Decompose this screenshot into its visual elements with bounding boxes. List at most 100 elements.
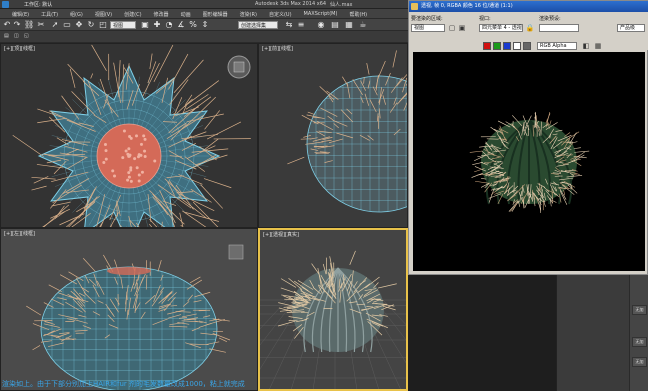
alpha-channel-toggle[interactable]	[513, 42, 521, 50]
render-production-icon[interactable]: ☕	[358, 20, 368, 30]
command-panel-button[interactable]: 无加	[632, 337, 647, 347]
viewport-perspective[interactable]: [+][透视][真实]	[258, 228, 408, 391]
render-window-titlebar[interactable]: 透视, 帧 0, RGBA 颜色 16 位/通道 (1:1)	[409, 1, 648, 12]
menu-item[interactable]: 组(G)	[64, 9, 89, 18]
spine	[307, 111, 315, 115]
green-channel-toggle[interactable]	[493, 42, 501, 50]
core-dot	[122, 129, 126, 133]
monochrome-toggle[interactable]	[523, 42, 531, 50]
select-object-icon[interactable]: ➚	[50, 20, 60, 30]
blue-channel-toggle[interactable]	[503, 42, 511, 50]
menu-item[interactable]: 编辑(E)	[6, 9, 35, 18]
renderer-select[interactable]: 产品级	[617, 24, 645, 32]
align-icon[interactable]: ≡	[296, 20, 306, 30]
menu-item[interactable]: 创建(C)	[118, 9, 147, 18]
spine	[203, 178, 232, 189]
rendered-cactus-image	[469, 111, 590, 213]
pivot-icon[interactable]: ▣	[140, 20, 150, 30]
viewcube-icon[interactable]	[228, 244, 244, 260]
spine	[490, 126, 499, 134]
viewport-label: 视口:	[479, 16, 491, 22]
link-icon[interactable]: ⛓	[24, 20, 34, 30]
core-dot	[135, 166, 139, 170]
spinner-snap-icon[interactable]: ⇕	[200, 20, 210, 30]
rendered-frame-window-icon[interactable]: ▦	[344, 20, 354, 30]
auto-region-icon[interactable]: ▣	[457, 23, 467, 33]
named-selection-set[interactable]: 创建选择集	[238, 21, 278, 29]
spine	[204, 110, 221, 130]
core-dot	[103, 143, 107, 147]
command-panel-button[interactable]: 无加	[632, 305, 647, 315]
3dsmax-app-icon[interactable]	[2, 1, 9, 8]
window-split-icon[interactable]: ▦	[593, 41, 603, 51]
viewport-persp-label[interactable]: [+][透视][真实]	[263, 231, 299, 238]
render-preset-field[interactable]	[539, 24, 579, 32]
viewport-select[interactable]: 四元菜单 4 - 透视	[479, 24, 523, 32]
command-panel-button[interactable]: 无加	[632, 357, 647, 367]
move-icon[interactable]: ✥	[74, 20, 84, 30]
core-dot	[139, 142, 143, 146]
edit-region-icon[interactable]: ▢	[447, 23, 457, 33]
menu-item[interactable]: 工具(T)	[35, 9, 64, 18]
menu-item[interactable]: MAXScript(M)	[298, 9, 344, 18]
percent-snap-icon[interactable]: %	[188, 20, 198, 30]
spine	[59, 274, 78, 285]
viewcube-face[interactable]	[233, 61, 245, 73]
core-dot	[137, 179, 141, 183]
toggle-ui-icon[interactable]: ◧	[581, 41, 591, 51]
render-preset-label: 渲染预设:	[539, 16, 561, 22]
core-dot	[143, 155, 147, 159]
scale-icon[interactable]: ◰	[98, 20, 108, 30]
menu-item[interactable]: 视图(V)	[89, 9, 118, 18]
viewport-front-label[interactable]: [+][前][线框]	[262, 45, 293, 52]
menu-item[interactable]: 帮助(H)	[343, 9, 373, 18]
core-dot	[129, 179, 133, 183]
core-dot	[126, 178, 130, 182]
spine	[469, 150, 483, 153]
area-to-render-select[interactable]: 视图	[411, 24, 445, 32]
workspace-label[interactable]: 工作区: 默认	[24, 1, 52, 8]
viewport-left-label[interactable]: [+][左][线框]	[4, 230, 35, 237]
select-region-icon[interactable]: ▭	[62, 20, 72, 30]
viewport-top-label[interactable]: [+][顶][线框]	[4, 45, 35, 52]
core-dot	[153, 159, 157, 163]
menu-item[interactable]: 图形编辑器	[197, 9, 234, 18]
spine	[56, 137, 70, 146]
core-dot	[104, 149, 108, 153]
core-dot	[111, 169, 115, 173]
spine	[157, 260, 162, 272]
undo-icon[interactable]: ↶	[2, 20, 12, 30]
viewport-top[interactable]: [+][顶][线框]	[0, 43, 258, 228]
command-panel	[629, 275, 648, 391]
core-dot	[139, 153, 143, 157]
menu-item[interactable]: 动画	[175, 9, 197, 18]
select-manipulate-icon[interactable]: ✚	[152, 20, 162, 30]
red-channel-toggle[interactable]	[483, 42, 491, 50]
ribbon-tab-icon[interactable]: ▤	[4, 33, 9, 39]
render-setup-icon[interactable]: ▤	[330, 20, 340, 30]
viewport-front[interactable]: [+][前][线框]	[258, 43, 408, 228]
ribbon-tab-icon[interactable]: ◱	[24, 33, 29, 39]
viewport-left[interactable]: [+][左][线框]	[0, 228, 258, 391]
spine	[471, 172, 484, 178]
angle-snap-icon[interactable]: ∡	[176, 20, 186, 30]
render-window-title: 透视, 帧 0, RGBA 颜色 16 位/通道 (1:1)	[421, 3, 513, 9]
lock-viewport-icon[interactable]: 🔒	[525, 23, 535, 33]
mirror-icon[interactable]: ⇆	[284, 20, 294, 30]
menu-item[interactable]: 自定义(U)	[263, 9, 298, 18]
menu-item[interactable]: 修改器	[148, 9, 175, 18]
redo-icon[interactable]: ↷	[12, 20, 22, 30]
core-dot	[127, 175, 131, 179]
unlink-icon[interactable]: ✂	[36, 20, 46, 30]
display-channel-select[interactable]: RGB Alpha	[537, 42, 577, 50]
menu-item[interactable]: 渲染(R)	[234, 9, 263, 18]
ribbon-tab-icon[interactable]: ◫	[14, 33, 19, 39]
rotate-icon[interactable]: ↻	[86, 20, 96, 30]
cactus-perspective-shaded	[260, 250, 406, 389]
snap-toggle-icon[interactable]: ◔	[164, 20, 174, 30]
spine	[569, 132, 577, 144]
spine	[31, 185, 47, 191]
core-dot	[129, 168, 133, 172]
material-editor-icon[interactable]: ◉	[316, 20, 326, 30]
reference-coord-select[interactable]: 视图	[110, 21, 136, 29]
